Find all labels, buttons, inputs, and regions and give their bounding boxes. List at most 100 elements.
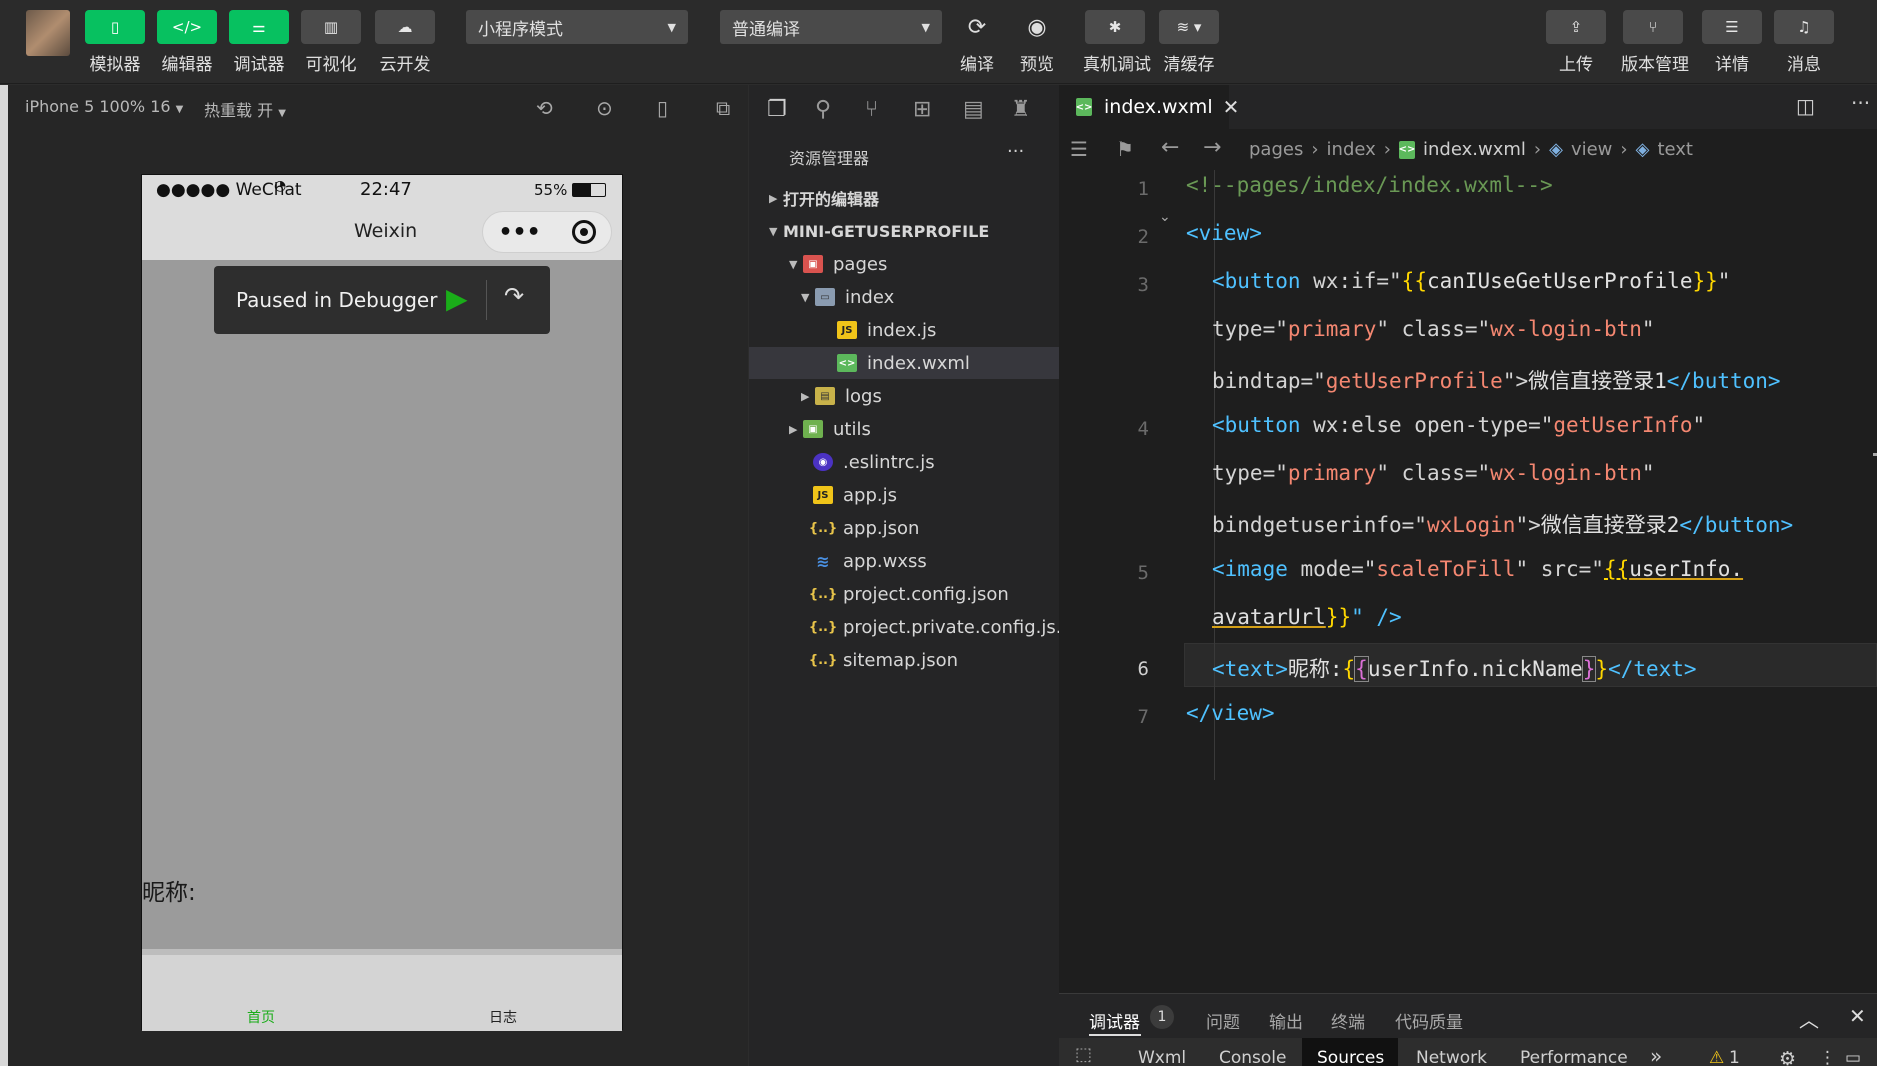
visual-button[interactable]: ▥ 可视化 <box>299 10 363 75</box>
code-line-5a[interactable]: <image mode="scaleToFill" src="{{userInf… <box>1212 557 1743 581</box>
device-icon[interactable]: ▯ <box>657 96 668 120</box>
fold-chevron-icon[interactable]: ⌄ <box>1159 209 1171 225</box>
debug-tab-terminal[interactable]: 终端 <box>1331 1008 1365 1033</box>
tree-file-index-wxml[interactable]: <> index.wxml <box>749 347 1059 379</box>
bookmark-icon[interactable]: ⚑ <box>1116 137 1134 161</box>
tree-file-project-config[interactable]: {..} project.config.json <box>749 578 1059 610</box>
tree-folder-logs[interactable]: ▶ ▤ logs <box>749 380 1059 412</box>
project-avatar[interactable] <box>26 10 70 56</box>
code-line-4b[interactable]: type="primary" class="wx-login-btn" <box>1212 461 1655 485</box>
explorer-more-icon[interactable]: ··· <box>1007 141 1024 162</box>
capsule-menu[interactable]: ••• <box>482 211 612 253</box>
breadcrumb-item[interactable]: index.wxml <box>1423 139 1526 160</box>
gear-icon[interactable]: ⚙ <box>1779 1048 1796 1066</box>
debug-tab-output[interactable]: 输出 <box>1269 1008 1303 1033</box>
version-button[interactable]: ⑂ 版本管理 <box>1621 10 1689 75</box>
bug-icon: ✱ <box>1085 10 1145 44</box>
open-editors-section[interactable]: ▶ 打开的编辑器 <box>749 182 1059 214</box>
hot-reload-select[interactable]: 热重载 开 ▼ <box>204 97 286 121</box>
close-icon[interactable]: ✕ <box>1849 1004 1866 1028</box>
arrow-right-icon[interactable]: → <box>1203 135 1221 160</box>
tree-file-eslintrc[interactable]: ◉ .eslintrc.js <box>749 446 1059 478</box>
tab-home[interactable]: 首页 <box>247 1007 275 1027</box>
tree-file-app-js[interactable]: JS app.js <box>749 479 1059 511</box>
code-line-3b[interactable]: type="primary" class="wx-login-btn" <box>1212 317 1655 341</box>
resume-icon[interactable]: ▶ <box>446 282 468 315</box>
tree-file-app-wxss[interactable]: ≋ app.wxss <box>749 545 1059 577</box>
more-icon[interactable]: ••• <box>498 220 540 245</box>
cloud-button[interactable]: ☁ 云开发 <box>373 10 437 75</box>
breadcrumb-item[interactable]: index <box>1327 139 1376 160</box>
inspect-icon[interactable]: ⬚ <box>1075 1044 1092 1065</box>
code-line-4c[interactable]: bindgetuserinfo="wxLogin">微信直接登录2</butto… <box>1212 509 1793 539</box>
code-line-7[interactable]: </view> <box>1186 701 1275 725</box>
rotate-icon[interactable]: ⟲ <box>536 96 553 120</box>
real-debug-button[interactable]: ✱ 真机调试 <box>1083 10 1151 75</box>
tree-file-index-js[interactable]: JS index.js <box>749 314 1059 346</box>
arrow-left-icon[interactable]: ← <box>1161 135 1179 160</box>
code-line-5b[interactable]: avatarUrl}}" /> <box>1212 605 1402 629</box>
tree-folder-pages[interactable]: ▼ ▣ pages <box>749 248 1059 280</box>
split-editor-icon[interactable]: ◫ <box>1796 94 1815 118</box>
storage-icon[interactable]: ▤ <box>963 97 984 122</box>
editor-tab-index-wxml[interactable]: <> index.wxml ✕ <box>1059 85 1239 129</box>
devtools-tab-performance[interactable]: Performance <box>1520 1048 1628 1066</box>
more-tabs-icon[interactable]: » <box>1650 1044 1662 1066</box>
more-actions-icon[interactable]: ··· <box>1851 91 1870 115</box>
editor-button[interactable]: </> 编辑器 <box>155 10 219 75</box>
git-icon[interactable]: ⑂ <box>865 97 878 122</box>
compile-button[interactable]: ⟳ 编译 <box>945 10 1009 76</box>
breadcrumb-item[interactable]: view <box>1571 139 1612 160</box>
simulator-button[interactable]: ▯ 模拟器 <box>83 10 147 75</box>
dock-icon[interactable]: ▭ <box>1845 1048 1861 1066</box>
mode-select[interactable]: 小程序模式 ▼ <box>466 10 688 44</box>
debug-tab-code-quality[interactable]: 代码质量 <box>1395 1008 1463 1033</box>
tree-file-app-json[interactable]: {..} app.json <box>749 512 1059 544</box>
code-line-1[interactable]: <!--pages/index/index.wxml--> <box>1186 173 1553 197</box>
upload-button[interactable]: ⇪ 上传 <box>1544 10 1608 75</box>
devtools-tab-sources[interactable]: Sources <box>1317 1048 1384 1066</box>
outline-icon[interactable]: ☰ <box>1070 137 1088 161</box>
device-select[interactable]: iPhone 5 100% 16 ▼ <box>25 97 183 116</box>
breadcrumb-item[interactable]: text <box>1657 139 1693 160</box>
debug-tab-debugger[interactable]: 调试器 <box>1089 1008 1140 1033</box>
chevron-up-icon[interactable]: ︿ <box>1799 1004 1819 1033</box>
code-line-3a[interactable]: <button wx:if="{{canIUseGetUserProfile}}… <box>1212 269 1730 293</box>
devtools-tab-console[interactable]: Console <box>1219 1048 1287 1066</box>
warning-icon[interactable]: ⚠ <box>1709 1048 1724 1066</box>
debug-tab-problems[interactable]: 问题 <box>1206 1008 1240 1033</box>
breadcrumb-item[interactable]: pages <box>1249 139 1303 160</box>
tree-label: index.wxml <box>867 352 970 374</box>
messages-button[interactable]: ♫ 消息 <box>1772 10 1836 75</box>
code-attr: wx:else open-type=" <box>1300 413 1554 437</box>
extensions-icon[interactable]: ⊞ <box>913 97 931 122</box>
preview-button[interactable]: ◉ 预览 <box>1005 10 1069 76</box>
tab-log[interactable]: 日志 <box>489 1007 517 1027</box>
tree-folder-utils[interactable]: ▶ ▣ utils <box>749 413 1059 445</box>
compile-select[interactable]: 普通编译 ▼ <box>720 10 942 44</box>
files-icon[interactable]: ❐ <box>767 97 787 122</box>
tree-file-project-private-config[interactable]: {..} project.private.config.js... <box>749 611 1073 643</box>
tree-folder-index[interactable]: ▼ ▭ index <box>749 281 1059 313</box>
code-line-6[interactable]: <text>昵称:{{userInfo.nickName}}</text> <box>1212 653 1697 683</box>
layers-icon: ≋ ▾ <box>1159 10 1219 44</box>
kebab-menu-icon[interactable]: ⋮ <box>1819 1048 1836 1066</box>
stop-icon[interactable]: ⊙ <box>596 96 613 120</box>
close-circle-icon[interactable] <box>571 220 596 244</box>
windows-icon[interactable]: ⧉ <box>716 96 730 120</box>
details-button[interactable]: ☰ 详情 <box>1700 10 1764 75</box>
scrollbar-marker[interactable] <box>1873 453 1877 456</box>
project-section[interactable]: ▼ MINI-GETUSERPROFILE <box>749 215 1059 247</box>
search-icon[interactable]: ⚲ <box>815 97 831 122</box>
code-line-3c[interactable]: bindtap="getUserProfile">微信直接登录1</button… <box>1212 365 1781 395</box>
code-line-4a[interactable]: <button wx:else open-type="getUserInfo" <box>1212 413 1705 437</box>
debugger-button[interactable]: ⚌ 调试器 <box>227 10 291 75</box>
close-icon[interactable]: ✕ <box>1223 95 1240 119</box>
docker-icon[interactable]: ♜ <box>1011 97 1031 122</box>
devtools-tab-wxml[interactable]: Wxml <box>1138 1048 1186 1066</box>
devtools-tab-network[interactable]: Network <box>1416 1048 1487 1066</box>
clear-cache-button[interactable]: ≋ ▾ 清缓存 <box>1157 10 1221 75</box>
code-line-2[interactable]: <view> <box>1186 221 1262 245</box>
tree-file-sitemap[interactable]: {..} sitemap.json <box>749 644 1059 676</box>
step-over-icon[interactable]: ↷ <box>504 282 524 310</box>
